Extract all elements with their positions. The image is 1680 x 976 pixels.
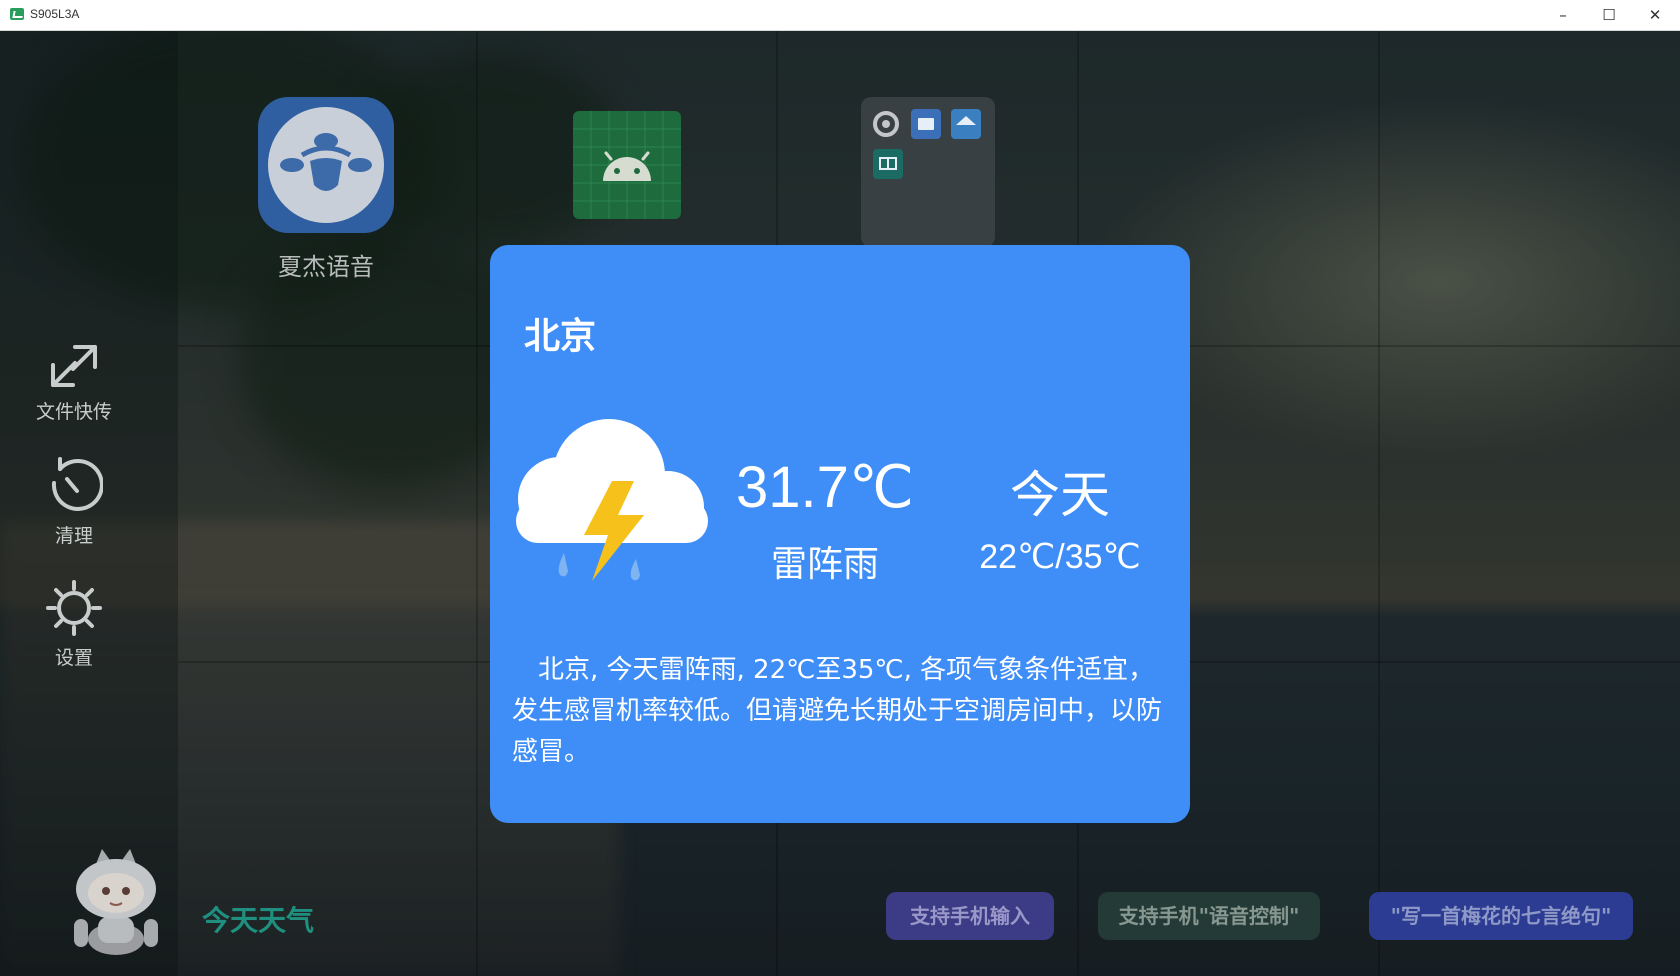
app-voice-assistant[interactable]: 夏杰语音 — [258, 97, 394, 282]
window-title: S905L3A — [30, 7, 80, 21]
weather-temperature-range: 22℃/35℃ — [979, 538, 1141, 576]
app-folder-icon — [861, 97, 995, 247]
weather-dialog[interactable]: 北京 31.7℃ 雷阵雨 今天 22℃/35℃ 北京, 今天雷阵雨, 22℃至3… — [490, 245, 1190, 823]
voice-prompt-text: 今天天气 — [202, 904, 315, 937]
file-transfer-icon — [51, 345, 97, 387]
maximize-button[interactable]: ☐ — [1586, 0, 1632, 30]
weather-city: 北京 — [524, 316, 597, 357]
android-icon — [573, 111, 681, 219]
suggestion-voice-control[interactable]: 支持手机"语音控制" — [1098, 892, 1320, 940]
thunderstorm-icon — [516, 419, 708, 581]
weather-condition: 雷阵雨 — [770, 544, 879, 585]
weather-day: 今天 — [1010, 466, 1110, 524]
robot-avatar[interactable] — [68, 847, 164, 957]
sidebar-item-file-transfer[interactable]: 文件快传 — [0, 341, 148, 424]
window-titlebar: S905L3A – ☐ ✕ — [0, 0, 1680, 31]
robot-avatar-icon — [74, 849, 158, 955]
close-button[interactable]: ✕ — [1632, 0, 1678, 30]
minimize-button[interactable]: – — [1540, 0, 1586, 30]
sidebar-item-label: 清理 — [54, 525, 93, 547]
app-window-icon — [10, 8, 24, 20]
sidebar-item-label: 文件快传 — [35, 401, 112, 423]
sidebar: 文件快传 清理 设置 — [0, 31, 178, 976]
launcher-screen: 文件快传 清理 设置 夏杰语音 今天天气 支持手机输入 支持手机"语音控制" "… — [0, 31, 1680, 976]
sidebar-item-label: 设置 — [54, 647, 93, 669]
suggestion-phone-input[interactable]: 支持手机输入 — [886, 892, 1054, 940]
weather-description: 北京, 今天雷阵雨, 22℃至35℃, 各项气象条件适宜，发生感冒机率较低。但请… — [512, 655, 1163, 767]
clean-icon — [51, 457, 103, 511]
weather-temperature: 31.7℃ — [735, 455, 915, 520]
suggestion-poem[interactable]: "写一首梅花的七言绝句" — [1369, 892, 1633, 940]
app-label: 夏杰语音 — [278, 253, 374, 281]
app-folder[interactable] — [861, 97, 995, 247]
sidebar-item-settings[interactable]: 设置 — [0, 579, 148, 670]
sidebar-item-clean[interactable]: 清理 — [0, 457, 148, 548]
gear-icon — [46, 580, 102, 636]
app-android[interactable] — [573, 111, 681, 223]
voice-assistant-icon — [258, 97, 394, 233]
